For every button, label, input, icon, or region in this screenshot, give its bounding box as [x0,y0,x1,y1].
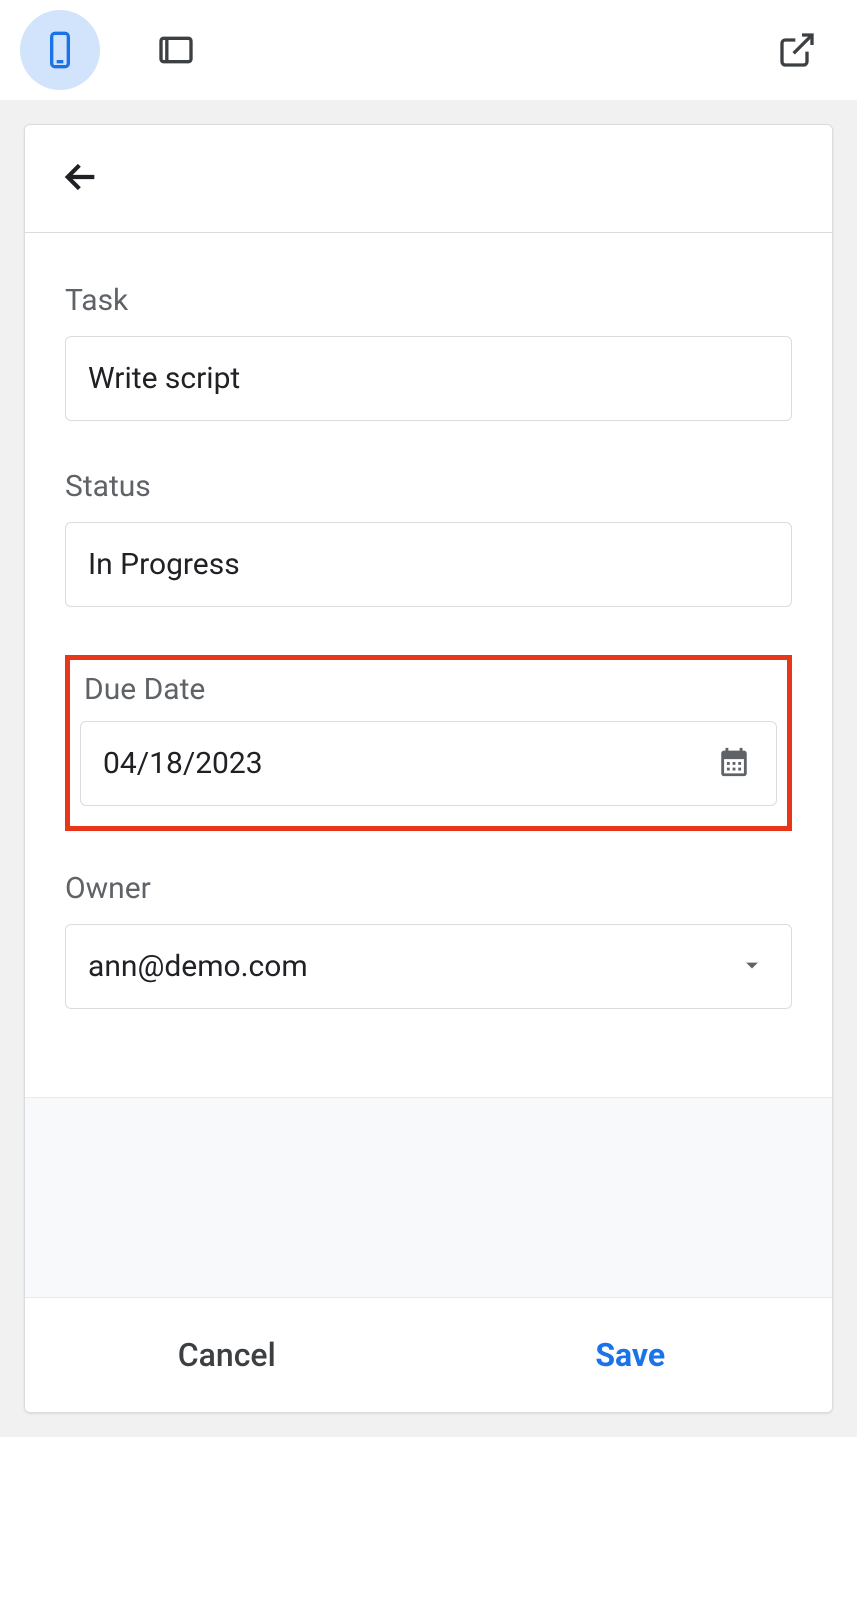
status-field-group: Status In Progress [65,469,792,607]
toolbar-left-group [20,10,216,90]
task-field-group: Task [65,283,792,421]
tablet-view-button[interactable] [136,10,216,90]
status-label: Status [65,469,792,504]
form-body: Task Status In Progress Due Date 04/18/2… [25,233,832,1097]
task-input[interactable] [65,336,792,421]
back-button[interactable] [57,153,105,204]
open-external-icon [777,30,817,70]
card-header [25,125,832,233]
owner-field-group: Owner ann@demo.com [65,871,792,1009]
task-label: Task [65,283,792,318]
arrow-left-icon [61,157,101,197]
due-date-label: Due Date [84,672,777,707]
owner-select-wrapper: ann@demo.com [65,924,792,1009]
due-date-input[interactable]: 04/18/2023 [80,721,777,806]
due-date-highlight: Due Date 04/18/2023 [65,655,792,831]
owner-label: Owner [65,871,792,906]
form-card: Task Status In Progress Due Date 04/18/2… [24,124,833,1413]
status-select-wrapper: In Progress [65,522,792,607]
cancel-button[interactable]: Cancel [25,1298,429,1412]
content-area: Task Status In Progress Due Date 04/18/2… [0,100,857,1437]
due-date-wrapper: 04/18/2023 [80,721,777,806]
save-button[interactable]: Save [429,1298,833,1412]
top-toolbar [0,0,857,100]
tablet-icon [156,30,196,70]
spacer-section [25,1097,832,1297]
phone-icon [40,30,80,70]
open-external-button[interactable] [757,10,837,90]
owner-select[interactable]: ann@demo.com [65,924,792,1009]
footer-buttons: Cancel Save [25,1297,832,1412]
status-select[interactable]: In Progress [65,522,792,607]
mobile-view-button[interactable] [20,10,100,90]
